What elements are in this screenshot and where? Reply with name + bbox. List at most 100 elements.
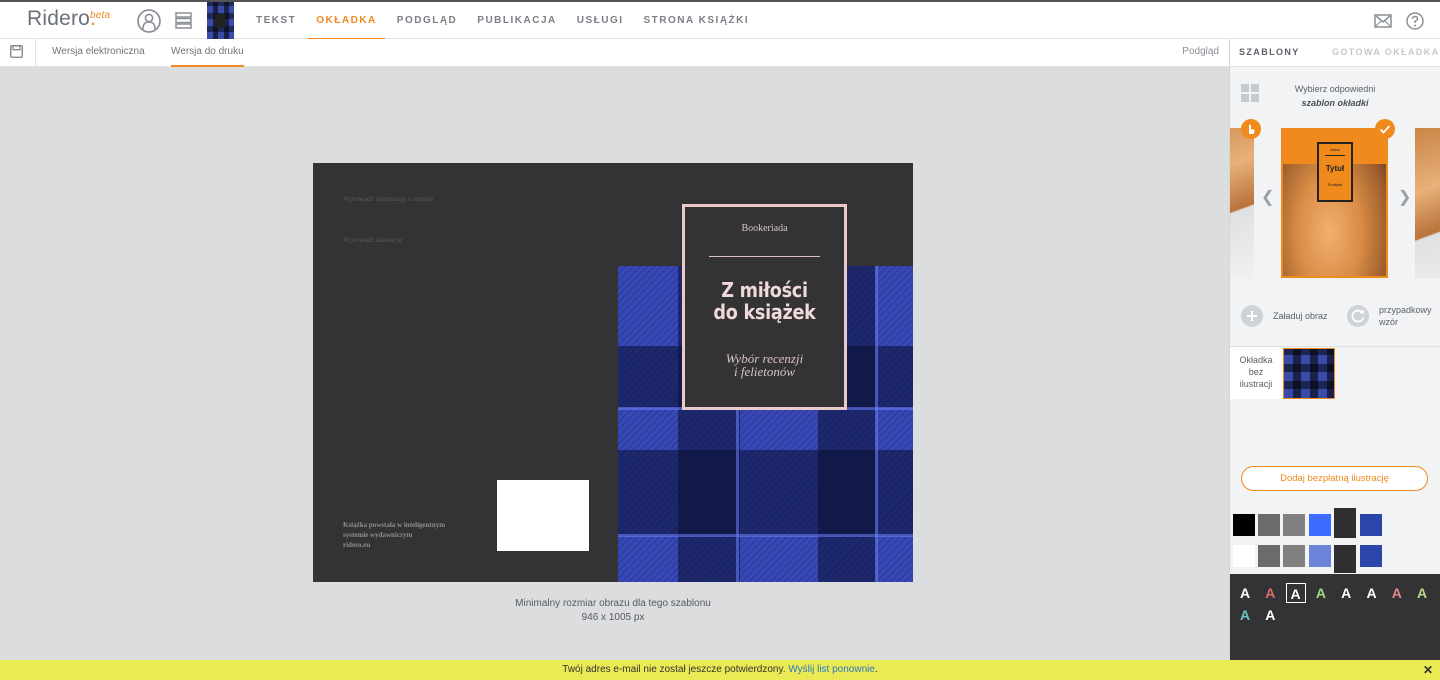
book-subtitle-line: i felietonów [733, 364, 796, 379]
illustration-row: Okładka bez ilustracji [1230, 346, 1440, 401]
grid-icon[interactable] [1241, 84, 1259, 102]
font-color-option[interactable]: A [1387, 583, 1407, 603]
font-color-option[interactable]: A [1362, 583, 1382, 603]
font-color-option[interactable]: A [1336, 583, 1356, 603]
ridero-logo[interactable]: Ridero. beta [27, 7, 110, 31]
font-color-option[interactable]: A [1235, 605, 1255, 625]
tartan-illustration-thumb[interactable] [1283, 348, 1335, 399]
template-next[interactable] [1415, 128, 1440, 278]
title-panel[interactable]: Bookeriada Z miłości do książek Wybór re… [682, 204, 847, 410]
back-footer-line: Książka powstała w inteligentnym [343, 521, 446, 529]
template-author: Autor [1330, 147, 1340, 152]
no-illustration-line: Okładka [1239, 355, 1273, 365]
color-swatch[interactable] [1309, 545, 1331, 567]
book-title[interactable]: Z miłości do książek [695, 279, 835, 323]
divider [35, 39, 36, 67]
chevron-right-icon[interactable]: ❯ [1398, 187, 1411, 207]
chevron-left-icon[interactable]: ❮ [1261, 187, 1274, 207]
author-info-placeholder[interactable]: Wprowadź informację o autorze [343, 195, 433, 203]
template-subtitle: Podtytuł [1327, 182, 1343, 187]
nav-podglad[interactable]: PODGLĄD [387, 2, 468, 39]
choose-template-hint: Wybierz odpowiedni szablon okładki [1270, 82, 1400, 110]
back-footer-line: ridero.eu [343, 541, 371, 549]
refresh-icon[interactable] [1347, 305, 1369, 327]
save-icon[interactable] [10, 45, 23, 58]
upload-image-button[interactable]: Załaduj obraz [1273, 310, 1328, 322]
email-verification-notice: Twój adres e-mail nie został jeszcze pot… [0, 660, 1440, 680]
color-swatch[interactable] [1360, 514, 1382, 536]
template-selected[interactable]: Autor Tytuł Podtytuł [1281, 128, 1388, 278]
layers-icon[interactable] [175, 12, 192, 29]
tab-electronic-version[interactable]: Wersja elektroniczna [52, 39, 145, 65]
notice-text: Twój adres e-mail nie został jeszcze pot… [562, 664, 786, 675]
template-prev[interactable] [1230, 128, 1254, 278]
color-swatch[interactable] [1360, 545, 1382, 567]
book-title-line: do książek [713, 300, 816, 324]
random-pattern-button[interactable]: przypadkowy wzór [1379, 304, 1432, 328]
font-color-option[interactable]: A [1235, 583, 1255, 603]
no-illustration-line: bez [1248, 367, 1264, 377]
color-swatch[interactable] [1283, 545, 1305, 567]
cover-canvas[interactable]: Wprowadź informację o autorze Wprowadź a… [313, 163, 913, 582]
font-color-option[interactable]: A [1311, 583, 1331, 603]
color-swatch[interactable] [1309, 514, 1331, 536]
help-icon[interactable] [1406, 12, 1424, 30]
tab-print-version[interactable]: Wersja do druku [171, 39, 244, 67]
beta-badge: beta [90, 10, 111, 21]
nav-uslugi[interactable]: USŁUGI [567, 2, 634, 39]
main-nav: TEKST OKŁADKA PODGLĄD PUBLIKACJA USŁUGI … [246, 2, 760, 40]
color-swatch[interactable] [1233, 545, 1255, 567]
no-illustration-line: ilustracji [1239, 379, 1273, 389]
close-icon[interactable]: ✕ [1423, 660, 1433, 680]
cover-thumbnail[interactable] [207, 2, 234, 39]
add-free-illustration-button[interactable]: Dodaj bezpłatną ilustrację [1241, 466, 1428, 491]
nav-strona-ksiazki[interactable]: STRONA KSIĄŻKI [634, 2, 760, 39]
logo-text: Ridero [27, 7, 91, 30]
no-illustration-option[interactable]: Okładka bez ilustracji [1230, 347, 1282, 399]
color-swatch[interactable] [1258, 514, 1280, 536]
top-bar: Ridero. beta TEKST OKŁADKA PODGLĄD PUBLI… [0, 0, 1440, 40]
resend-email-link[interactable]: Wyślij list ponownie [788, 664, 875, 675]
template-panel: SZABLONY GOTOWA OKŁADKA Wybierz odpowied… [1229, 39, 1440, 660]
back-footer-line: systemie wydawniczym [343, 531, 413, 539]
annotation-placeholder[interactable]: Wprowadź adnotację [343, 236, 402, 244]
color-swatch[interactable] [1334, 545, 1356, 573]
font-color-option[interactable]: A [1412, 583, 1432, 603]
font-color-option[interactable]: A [1260, 583, 1280, 603]
hand-pointer-icon[interactable] [1241, 119, 1261, 139]
min-size-value: 946 x 1005 px [581, 612, 645, 623]
nav-tekst[interactable]: TEKST [246, 2, 306, 39]
notice-tail: . [874, 664, 878, 675]
preview-link[interactable]: Podgląd [1182, 39, 1219, 65]
barcode-area [497, 480, 589, 551]
checkmark-icon [1375, 119, 1395, 139]
font-color-option[interactable]: A [1260, 605, 1280, 625]
template-carousel: Autor Tytuł Podtytuł ❮ ❯ [1230, 124, 1440, 279]
template-title: Tytuł [1325, 164, 1345, 173]
tab-ready-cover[interactable]: GOTOWA OKŁADKA [1332, 39, 1440, 66]
user-circle-icon[interactable] [137, 9, 161, 33]
plus-icon[interactable] [1241, 305, 1263, 327]
panel-tabs: SZABLONY GOTOWA OKŁADKA [1230, 39, 1440, 67]
book-title-line: Z miłości [721, 278, 808, 302]
publisher-name[interactable]: Bookeriada [685, 223, 844, 234]
color-swatch[interactable] [1334, 508, 1356, 538]
color-swatch[interactable] [1233, 514, 1255, 536]
min-size-note: Minimalny rozmiar obrazu dla tego szablo… [515, 598, 711, 609]
template-rule [1325, 155, 1345, 156]
nav-publikacja[interactable]: PUBLIKACJA [467, 2, 566, 39]
mail-icon[interactable] [1374, 12, 1392, 30]
random-pattern-line: przypadkowy [1379, 305, 1432, 315]
back-footer: Książka powstała w inteligentnym systemi… [343, 520, 473, 550]
font-color-option[interactable]: A [1285, 583, 1306, 603]
color-swatch[interactable] [1283, 514, 1305, 536]
nav-okladka[interactable]: OKŁADKA [306, 2, 387, 40]
sub-bar: Wersja elektroniczna Wersja do druku Pod… [0, 39, 1229, 67]
book-subtitle[interactable]: Wybór recenzji i felietonów [685, 352, 844, 378]
font-color-bar: AAAAAAAAAA [1230, 574, 1440, 660]
color-swatch[interactable] [1258, 545, 1280, 567]
choose-line-emphasis: szablon okładki [1301, 98, 1369, 108]
random-pattern-line: wzór [1379, 317, 1399, 327]
title-divider [709, 256, 820, 257]
tab-templates[interactable]: SZABLONY [1239, 39, 1300, 66]
